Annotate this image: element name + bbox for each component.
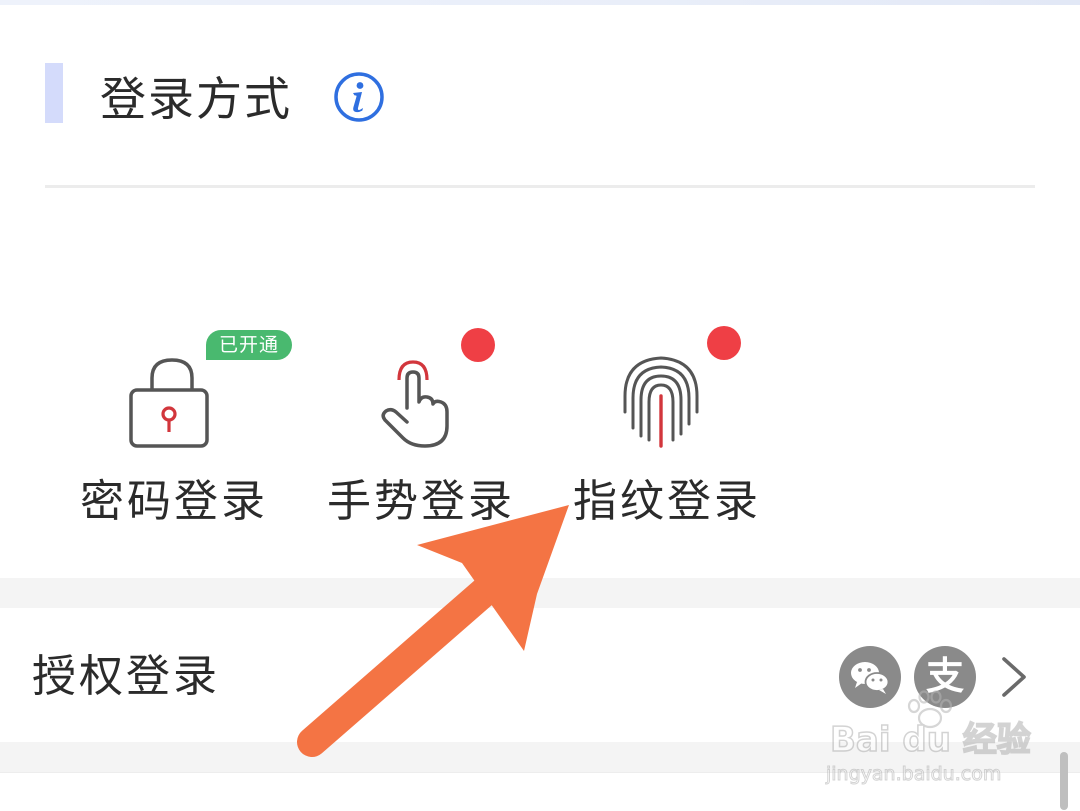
section-divider bbox=[45, 185, 1035, 188]
info-circle-icon[interactable] bbox=[333, 71, 385, 123]
authorized-login-label: 授权登录 bbox=[32, 651, 220, 702]
scrollbar[interactable] bbox=[1060, 752, 1068, 810]
method-password-login[interactable]: 密码登录 bbox=[80, 330, 280, 540]
method-label: 密码登录 bbox=[80, 476, 268, 527]
fingerprint-icon bbox=[623, 356, 699, 448]
baidu-watermark: Bai du 经验 jingyan.baidu.com bbox=[820, 690, 1060, 790]
method-label: 指纹登录 bbox=[573, 476, 761, 527]
padlock-icon bbox=[129, 358, 209, 448]
status-badge: 已开通 bbox=[206, 330, 292, 360]
new-indicator-dot bbox=[461, 328, 495, 362]
new-indicator-dot bbox=[707, 326, 741, 360]
section-gap bbox=[0, 578, 1080, 608]
method-fingerprint-login[interactable]: 指纹登录 bbox=[573, 330, 773, 540]
section-title: 登录方式 bbox=[100, 72, 292, 126]
gesture-hand-icon bbox=[381, 360, 449, 448]
section-accent-bar bbox=[45, 63, 63, 123]
watermark-url: jingyan.baidu.com bbox=[825, 763, 1002, 786]
method-label: 手势登录 bbox=[327, 476, 515, 527]
method-gesture-login[interactable]: 手势登录 bbox=[327, 330, 527, 540]
watermark-brand: Bai du 经验 bbox=[829, 719, 1031, 761]
